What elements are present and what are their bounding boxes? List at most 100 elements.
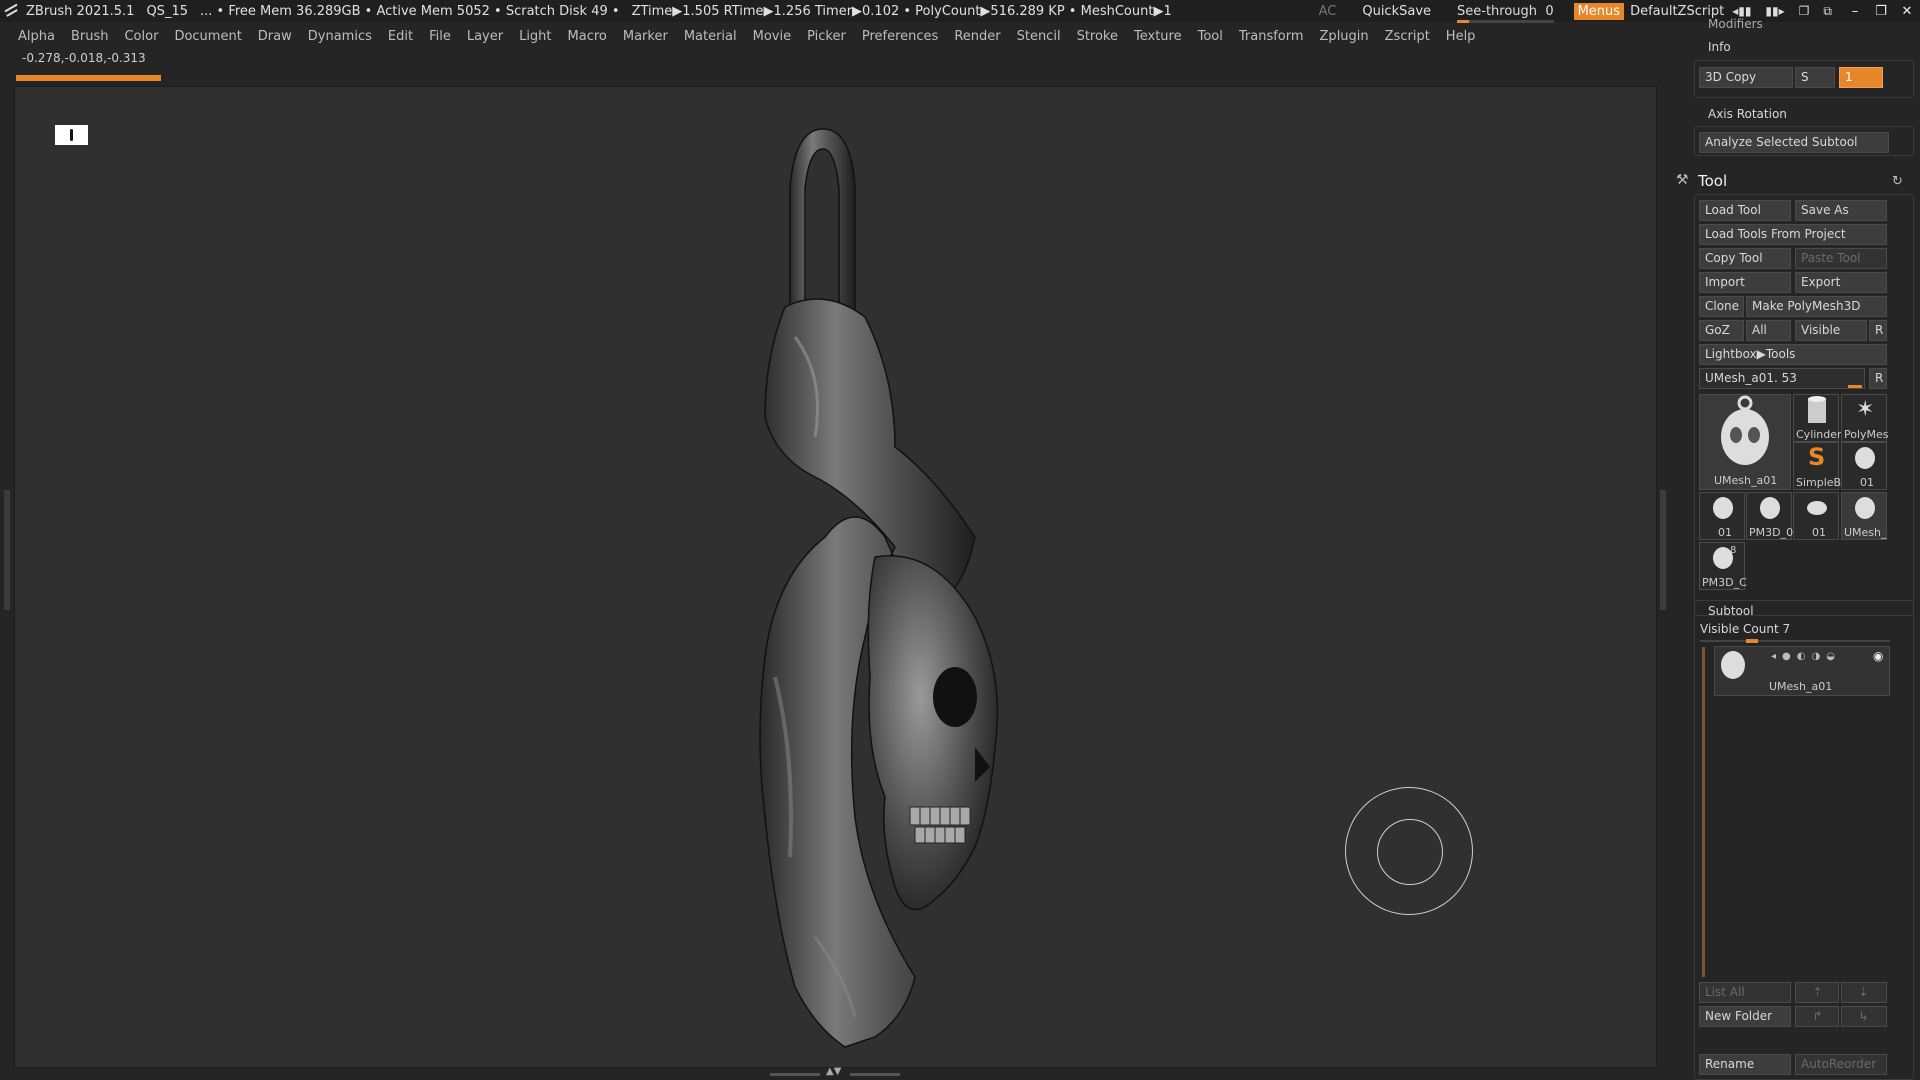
menu-marker[interactable]: Marker bbox=[623, 29, 668, 44]
star-icon: ✶ bbox=[1856, 397, 1875, 422]
lightbox-tools-button[interactable]: Lightbox▶Tools bbox=[1699, 344, 1887, 365]
left-tray-handle[interactable] bbox=[4, 490, 10, 610]
window-stack-icon[interactable]: ❐ bbox=[1799, 4, 1810, 19]
s-value-input[interactable]: 1 bbox=[1839, 67, 1883, 88]
goz-r-button[interactable]: R bbox=[1869, 320, 1887, 341]
close-icon[interactable]: ✕ bbox=[1894, 4, 1920, 19]
menu-color[interactable]: Color bbox=[124, 29, 158, 44]
tool-thumb-01a[interactable]: 01 bbox=[1841, 442, 1887, 490]
menu-macro[interactable]: Macro bbox=[568, 29, 607, 44]
menu-stencil[interactable]: Stencil bbox=[1017, 29, 1061, 44]
menu-material[interactable]: Material bbox=[684, 29, 737, 44]
clone-button[interactable]: Clone bbox=[1699, 296, 1744, 317]
subtool-scrollbar[interactable] bbox=[1702, 647, 1705, 977]
refresh-icon[interactable]: ↻ bbox=[1892, 174, 1903, 189]
menu-layer[interactable]: Layer bbox=[467, 29, 503, 44]
seethrough-label: See-through bbox=[1457, 3, 1538, 19]
tool-thumb-umesh-main[interactable]: UMesh_a01 bbox=[1699, 394, 1791, 490]
s-value: 1 bbox=[1845, 70, 1853, 84]
menu-picker[interactable]: Picker bbox=[807, 29, 846, 44]
menu-movie[interactable]: Movie bbox=[753, 29, 791, 44]
document-name: QS_15 bbox=[146, 3, 188, 19]
tool-section-title[interactable]: Tool bbox=[1698, 172, 1727, 190]
3d-copy-button[interactable]: 3D Copy bbox=[1699, 67, 1793, 88]
quicksave-button[interactable]: QuickSave bbox=[1362, 4, 1431, 19]
visible-count-label[interactable]: Visible Count 7 bbox=[1700, 622, 1790, 636]
visible-count-knob[interactable] bbox=[1746, 639, 1758, 643]
paste-tool-button[interactable]: Paste Tool bbox=[1795, 248, 1887, 269]
menus-toggle[interactable]: Menus bbox=[1573, 2, 1625, 20]
tool-thumb-01c[interactable]: 01 bbox=[1793, 492, 1839, 540]
tool-thumb-pm3d0[interactable]: PM3D_0 bbox=[1746, 492, 1793, 540]
cylinder-icon bbox=[1808, 396, 1826, 423]
subtool-item[interactable]: ◂●◐◑◒ ◉ UMesh_a01 bbox=[1714, 646, 1890, 696]
tool-thumb-umesh[interactable]: UMesh_ bbox=[1841, 492, 1887, 540]
list-all-button[interactable]: List All bbox=[1699, 982, 1791, 1003]
arrow-up-icon[interactable]: ⇡ bbox=[1795, 982, 1839, 1003]
move-down-icon[interactable]: ↳ bbox=[1841, 1006, 1887, 1027]
import-button[interactable]: Import bbox=[1699, 272, 1791, 293]
goz-button[interactable]: GoZ bbox=[1699, 320, 1744, 341]
menu-zscript[interactable]: Zscript bbox=[1385, 29, 1430, 44]
layout-alt-icon[interactable]: ▮▮▸ bbox=[1765, 4, 1784, 19]
arrow-down-icon[interactable]: ⇣ bbox=[1841, 982, 1887, 1003]
subtool-item-label: UMesh_a01 bbox=[1769, 680, 1833, 693]
right-tool-panel: Modifiers Info 3D Copy S 1 Axis Rotation… bbox=[1676, 17, 1920, 1080]
tool-r-button[interactable]: R bbox=[1869, 368, 1887, 389]
memory-info: ... • Free Mem 36.289GB • Active Mem 505… bbox=[199, 3, 620, 19]
title-bar: ZBrush 2021.5.1 QS_15 ... • Free Mem 36.… bbox=[0, 0, 1920, 23]
menu-help[interactable]: Help bbox=[1446, 29, 1476, 44]
right-tray-handle[interactable] bbox=[1660, 490, 1666, 610]
new-folder-button[interactable]: New Folder bbox=[1699, 1006, 1791, 1027]
tool-thumb-cylinder[interactable]: Cylinder bbox=[1793, 394, 1842, 442]
ac-label: AC bbox=[1318, 3, 1337, 19]
tool-thumb-simpleb[interactable]: S SimpleB bbox=[1793, 442, 1841, 490]
analyze-subtool-button[interactable]: Analyze Selected Subtool bbox=[1699, 132, 1889, 153]
menu-brush[interactable]: Brush bbox=[71, 29, 109, 44]
canvas-viewport[interactable] bbox=[14, 86, 1657, 1068]
current-tool-slider[interactable]: UMesh_a01. 53 bbox=[1699, 368, 1865, 389]
thumb-badge: 8 bbox=[1730, 545, 1737, 556]
axis-rotation-label[interactable]: Axis Rotation bbox=[1708, 107, 1787, 121]
menu-transform[interactable]: Transform bbox=[1239, 29, 1304, 44]
move-up-icon[interactable]: ↱ bbox=[1795, 1006, 1839, 1027]
menu-draw[interactable]: Draw bbox=[258, 29, 292, 44]
menu-stroke[interactable]: Stroke bbox=[1077, 29, 1118, 44]
menu-alpha[interactable]: Alpha bbox=[18, 29, 55, 44]
load-tool-button[interactable]: Load Tool bbox=[1699, 200, 1791, 221]
menu-preferences[interactable]: Preferences bbox=[862, 29, 938, 44]
export-button[interactable]: Export bbox=[1795, 272, 1887, 293]
autoreorder-button[interactable]: AutoReorder bbox=[1795, 1054, 1887, 1075]
info-label[interactable]: Info bbox=[1708, 40, 1731, 54]
maximize-icon[interactable]: ❐ bbox=[1868, 4, 1894, 19]
bottom-tray-handle[interactable]: ▲▼ bbox=[770, 1066, 900, 1078]
save-as-button[interactable]: Save As bbox=[1795, 200, 1887, 221]
tool-thumb-polymesh[interactable]: ✶ PolyMes bbox=[1841, 394, 1889, 442]
subtool-controls-icon[interactable]: ◂●◐◑◒ bbox=[1771, 651, 1841, 662]
tool-thumb-01b[interactable]: 01 bbox=[1699, 492, 1745, 540]
load-tools-from-project-button[interactable]: Load Tools From Project bbox=[1699, 224, 1887, 245]
menu-dynamics[interactable]: Dynamics bbox=[308, 29, 372, 44]
subtool-thumb-icon bbox=[1721, 651, 1745, 679]
make-polymesh-button[interactable]: Make PolyMesh3D bbox=[1746, 296, 1887, 317]
copy-tool-button[interactable]: Copy Tool bbox=[1699, 248, 1791, 269]
menu-light[interactable]: Light bbox=[519, 29, 551, 44]
subtool-section-title[interactable]: Subtool bbox=[1708, 604, 1754, 618]
menu-file[interactable]: File bbox=[429, 29, 451, 44]
menu-document[interactable]: Document bbox=[174, 29, 241, 44]
seethrough-slider[interactable]: See-through 0 bbox=[1457, 3, 1554, 23]
minimize-icon[interactable]: – bbox=[1842, 4, 1868, 19]
seethrough-value: 0 bbox=[1545, 3, 1554, 19]
menu-tool[interactable]: Tool bbox=[1198, 29, 1223, 44]
tool-thumb-pm3dc[interactable]: 8 PM3D_C bbox=[1699, 542, 1747, 590]
rename-button[interactable]: Rename bbox=[1699, 1054, 1791, 1075]
window-float-icon[interactable]: ⧉ bbox=[1823, 4, 1832, 19]
eye-icon[interactable]: ◉ bbox=[1873, 649, 1883, 663]
menu-edit[interactable]: Edit bbox=[388, 29, 413, 44]
menu-zplugin[interactable]: Zplugin bbox=[1320, 29, 1369, 44]
goz-visible-button[interactable]: Visible bbox=[1795, 320, 1867, 341]
goz-all-button[interactable]: All bbox=[1746, 320, 1791, 341]
menu-render[interactable]: Render bbox=[954, 29, 1000, 44]
modifiers-label[interactable]: Modifiers bbox=[1708, 17, 1763, 31]
menu-texture[interactable]: Texture bbox=[1134, 29, 1182, 44]
